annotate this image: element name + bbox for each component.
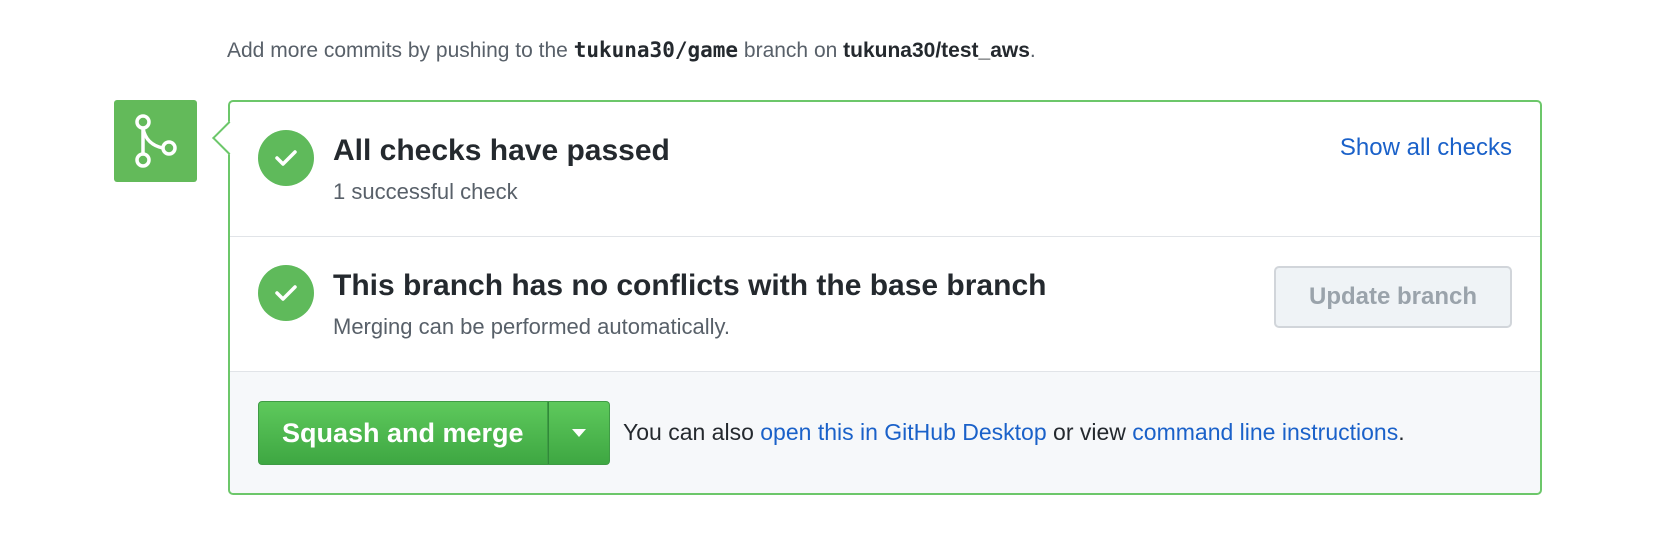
also-suffix: . — [1398, 419, 1405, 445]
checks-section: All checks have passed 1 successful chec… — [230, 102, 1540, 237]
merge-button-group: Squash and merge — [258, 401, 610, 465]
chevron-down-icon — [571, 429, 586, 437]
conflicts-section: This branch has no conflicts with the ba… — [230, 237, 1540, 372]
show-all-checks-link[interactable]: Show all checks — [1340, 134, 1512, 162]
push-hint-suffix: . — [1029, 39, 1036, 62]
conflicts-subtitle: Merging can be performed automatically. — [333, 314, 731, 339]
push-hint-prefix: Add more commits by pushing to the — [227, 39, 568, 62]
merge-alternatives: You can also open this in GitHub Desktop… — [623, 419, 1405, 446]
push-hint-middle: branch on — [743, 39, 838, 62]
checks-title: All checks have passed — [333, 134, 670, 167]
command-line-instructions-link[interactable]: command line instructions — [1132, 419, 1398, 445]
or-view-text: or view — [1053, 419, 1126, 445]
github-desktop-link[interactable]: open this in GitHub Desktop — [760, 419, 1046, 445]
check-icon — [258, 265, 314, 321]
branch-name: tukuna30/game — [573, 38, 739, 62]
repo-name: tukuna30/test_aws — [843, 39, 1030, 62]
conflicts-title: This branch has no conflicts with the ba… — [333, 269, 1047, 302]
git-merge-icon — [114, 100, 197, 182]
squash-and-merge-button[interactable]: Squash and merge — [258, 401, 548, 465]
merge-method-dropdown[interactable] — [547, 401, 610, 465]
checks-subtitle: 1 successful check — [333, 179, 518, 204]
merge-section: Squash and merge You can also open this … — [230, 372, 1540, 493]
update-branch-button[interactable]: Update branch — [1274, 266, 1512, 328]
push-hint: Add more commits by pushing to the tukun… — [227, 38, 1036, 63]
merge-status-box: All checks have passed 1 successful chec… — [212, 100, 1542, 495]
check-icon — [258, 130, 314, 186]
also-prefix: You can also — [623, 419, 754, 445]
